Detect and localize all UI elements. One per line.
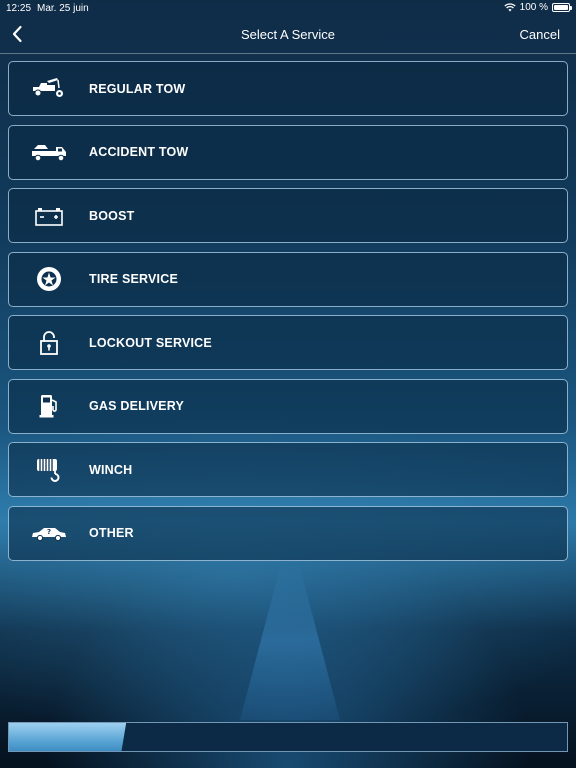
unlock-icon [9,316,89,369]
service-item-regular-tow[interactable]: REGULAR TOW [8,61,568,116]
service-item-gas-delivery[interactable]: GAS DELIVERY [8,378,568,434]
service-item-accident-tow[interactable]: ACCIDENT TOW [8,124,568,180]
navigation-bar: Select A Service Cancel [0,16,576,54]
road-background [240,560,340,720]
service-item-lockout-service[interactable]: LOCKOUT SERVICE [8,315,568,370]
page-title: Select A Service [241,27,335,42]
service-label: BOOST [89,208,135,223]
service-label: OTHER [89,526,134,540]
battery-percent: 100 % [519,2,548,13]
service-label: REGULAR TOW [89,81,186,96]
battery-icon [552,3,572,12]
wifi-icon [503,3,516,12]
status-bar: 12:25 Mar. 25 juin 100 % [0,0,576,16]
car-question-icon: ? [9,507,89,560]
service-label: ACCIDENT TOW [89,145,189,159]
service-list: REGULAR TOW ACCIDENT TOW BOOST TIRE SERV… [8,61,568,569]
progress-fill [9,723,127,751]
service-label: TIRE SERVICE [89,272,178,286]
status-date: Mar. 25 juin [37,3,89,14]
status-right: 100 % [503,2,572,13]
gas-pump-icon [9,380,89,433]
service-label: LOCKOUT SERVICE [89,335,212,350]
service-item-other[interactable]: ? OTHER [8,505,568,561]
winch-icon [9,443,89,496]
status-time: 12:25 [6,3,32,14]
tire-icon [9,253,89,306]
service-item-tire-service[interactable]: TIRE SERVICE [8,251,568,307]
flatbed-truck-icon [9,126,89,179]
service-item-winch[interactable]: WINCH [8,442,568,497]
cancel-button[interactable]: Cancel [520,27,560,42]
progress-bar [8,722,568,752]
service-item-boost[interactable]: BOOST [8,188,568,243]
tow-truck-icon [9,62,89,115]
service-label: WINCH [89,462,133,477]
battery-boost-icon [9,189,89,242]
service-label: GAS DELIVERY [89,399,185,413]
svg-text:?: ? [47,528,51,536]
